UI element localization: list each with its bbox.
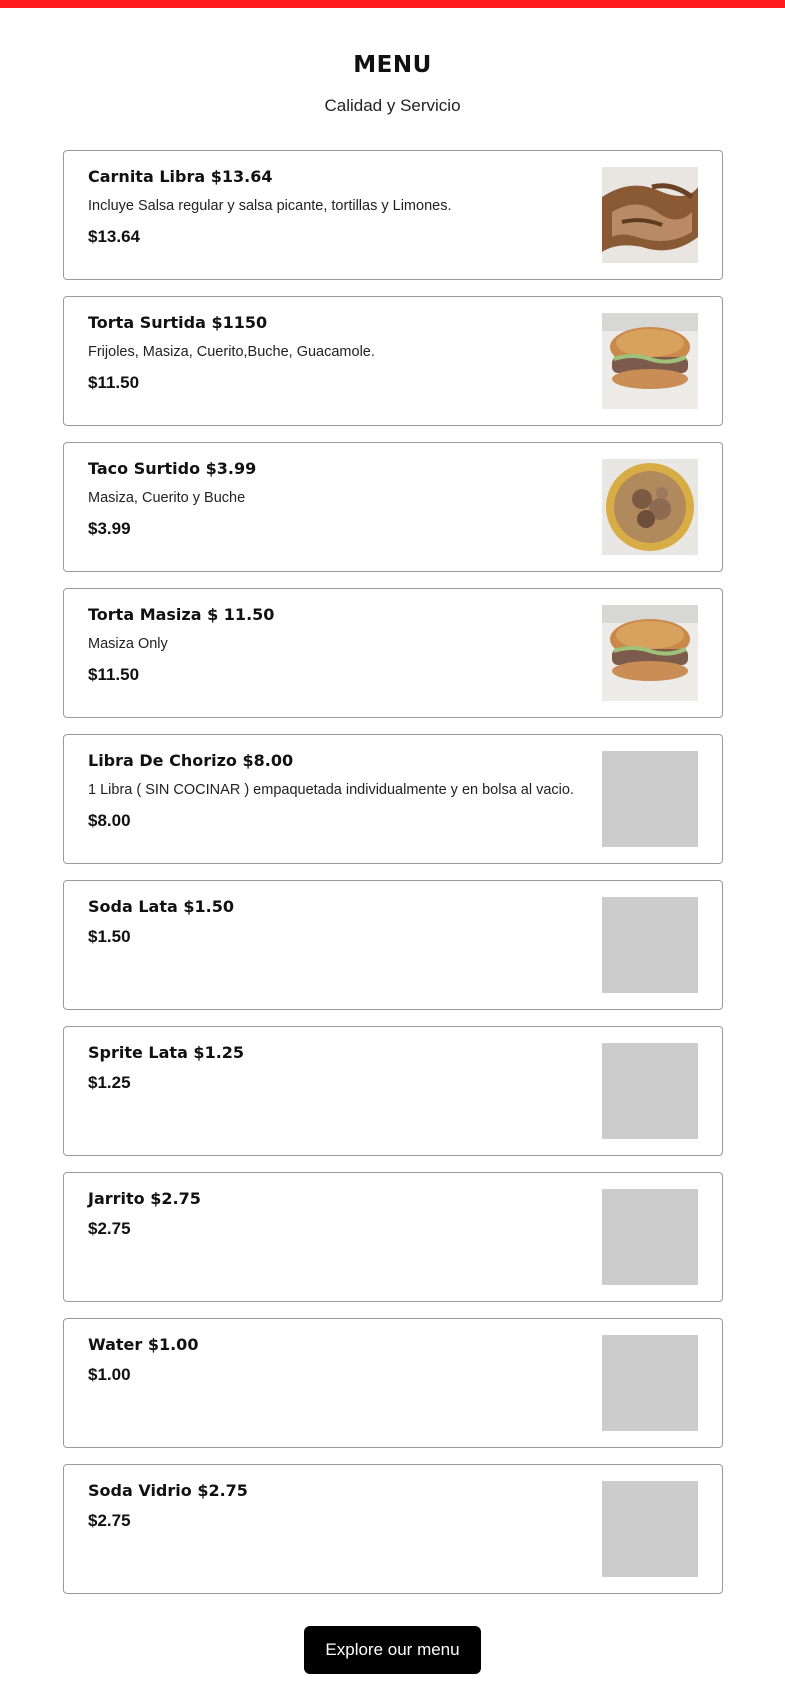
menu-item-price: $2.75 xyxy=(88,1219,131,1238)
menu-item-card[interactable]: Sprite Lata $1.25 $1.25 xyxy=(63,1026,723,1156)
menu-list: Carnita Libra $13.64 Incluye Salsa regula… xyxy=(63,150,723,1610)
menu-item-name: Sprite Lata $1.25 xyxy=(88,1043,245,1062)
menu-item-photo xyxy=(602,167,698,263)
image-placeholder xyxy=(602,897,698,993)
menu-item-description: Frijoles, Masiza, Cuerito,Buche, Guacamo… xyxy=(88,344,375,360)
menu-item-price: $13.64 xyxy=(88,227,140,246)
menu-item-card[interactable]: Soda Vidrio $2.75 $2.75 xyxy=(63,1464,723,1594)
image-placeholder xyxy=(602,1189,698,1285)
menu-item-card[interactable]: Carnita Libra $13.64 Incluye Salsa regula… xyxy=(63,150,723,280)
page-title: MENU xyxy=(353,52,432,78)
menu-item-description: Incluye Salsa regular y salsa picante, t… xyxy=(88,198,452,214)
menu-item-card[interactable]: Water $1.00 $1.00 xyxy=(63,1318,723,1448)
menu-item-name: Taco Surtido $3.99 xyxy=(88,459,257,478)
image-placeholder xyxy=(602,751,698,847)
menu-item-description: 1 Libra ( SIN COCINAR ) empaquetada indi… xyxy=(88,782,574,798)
image-placeholder xyxy=(602,1481,698,1577)
menu-item-card[interactable]: Torta Surtida $1150 Frijoles, Masiza, Cue… xyxy=(63,296,723,426)
menu-item-description: Masiza Only xyxy=(88,636,168,652)
menu-item-price: $3.99 xyxy=(88,519,131,538)
menu-item-card[interactable]: Soda Lata $1.50 $1.50 xyxy=(63,880,723,1010)
menu-item-photo xyxy=(602,605,698,701)
image-placeholder xyxy=(602,1043,698,1139)
menu-item-description: Masiza, Cuerito y Buche xyxy=(88,490,246,506)
menu-item-card[interactable]: Torta Masiza $ 11.50 Masiza Only $11.50 xyxy=(63,588,723,718)
menu-item-name: Libra De Chorizo $8.00 xyxy=(88,751,294,770)
menu-item-name: Water $1.00 xyxy=(88,1335,199,1354)
image-placeholder xyxy=(602,1335,698,1431)
menu-item-card[interactable]: Jarrito $2.75 $2.75 xyxy=(63,1172,723,1302)
menu-item-price: $2.75 xyxy=(88,1511,131,1530)
menu-item-name: Carnita Libra $13.64 xyxy=(88,167,273,186)
menu-item-price: $1.50 xyxy=(88,927,131,946)
menu-item-price: $11.50 xyxy=(88,665,140,684)
menu-item-name: Torta Surtida $1150 xyxy=(88,313,268,332)
menu-item-name: Torta Masiza $ 11.50 xyxy=(88,605,275,624)
menu-item-price: $8.00 xyxy=(88,811,131,830)
page-subtitle: Calidad y Servicio xyxy=(324,96,461,115)
menu-item-photo xyxy=(602,459,698,555)
menu-item-name: Soda Vidrio $2.75 xyxy=(88,1481,248,1500)
menu-item-price: $1.00 xyxy=(88,1365,131,1384)
menu-item-name: Soda Lata $1.50 xyxy=(88,897,234,916)
menu-item-price: $1.25 xyxy=(88,1073,131,1092)
menu-item-card[interactable]: Libra De Chorizo $8.00 1 Libra ( SIN COCI… xyxy=(63,734,723,864)
menu-item-card[interactable]: Taco Surtido $3.99 Masiza, Cuerito y Buch… xyxy=(63,442,723,572)
menu-item-price: $11.50 xyxy=(88,373,140,392)
explore-menu-button[interactable]: Explore our menu xyxy=(304,1626,481,1674)
menu-item-photo xyxy=(602,313,698,409)
menu-item-name: Jarrito $2.75 xyxy=(88,1189,201,1208)
top-accent-bar xyxy=(0,0,785,8)
